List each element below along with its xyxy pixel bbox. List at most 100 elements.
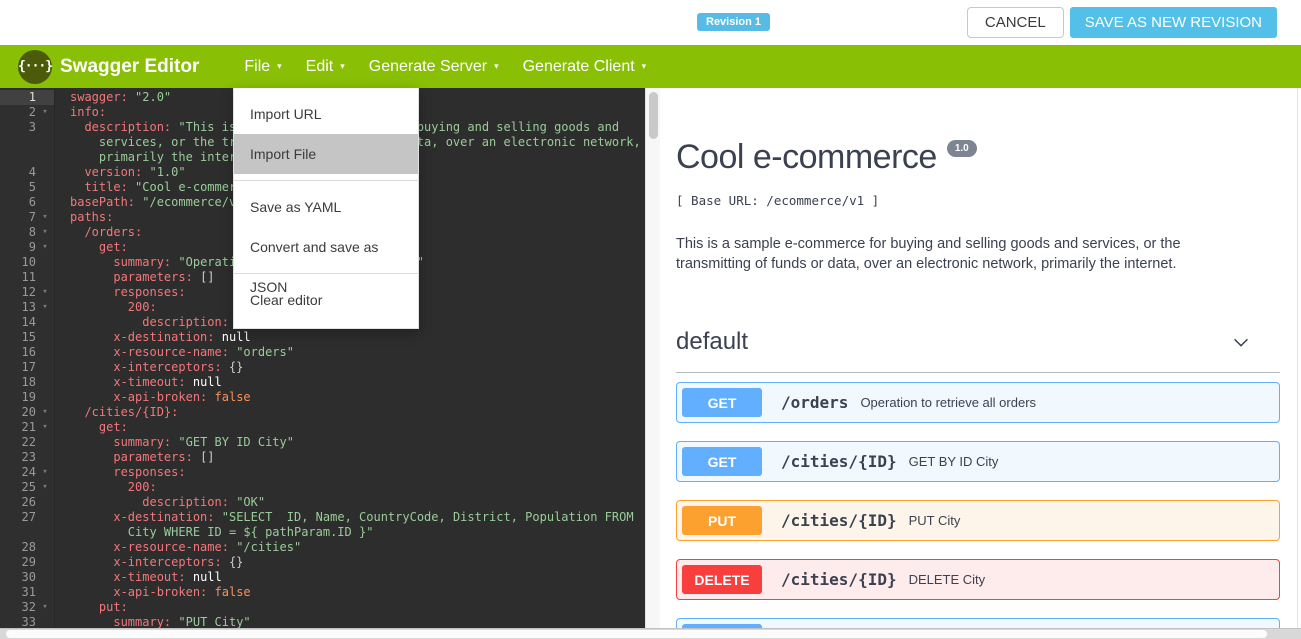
line-number xyxy=(0,150,36,165)
editor-line[interactable]: 15 x-destination: null xyxy=(0,330,645,345)
fold-arrow-icon[interactable]: ▾ xyxy=(36,465,54,480)
code-text: x-resource-name: "orders" xyxy=(55,345,294,360)
operation-summary: DELETE City xyxy=(909,572,986,587)
editor-line[interactable]: 23 parameters: [] xyxy=(0,450,645,465)
editor-line[interactable]: 22 summary: "GET BY ID City" xyxy=(0,435,645,450)
editor-gutter: 32▾ xyxy=(0,600,55,615)
fold-arrow-icon[interactable]: ▾ xyxy=(36,240,54,255)
editor-line[interactable]: 29 x-interceptors: {} xyxy=(0,555,645,570)
file-menu-item[interactable]: Convert and save as JSON xyxy=(234,227,418,267)
fold-arrow-icon[interactable] xyxy=(36,90,54,105)
line-number: 26 xyxy=(0,495,36,510)
fold-arrow-icon[interactable]: ▾ xyxy=(36,225,54,240)
file-menu-item[interactable]: Import URL xyxy=(234,94,418,134)
method-badge: GET xyxy=(682,447,762,476)
fold-arrow-icon[interactable] xyxy=(36,195,54,210)
fold-arrow-icon[interactable]: ▾ xyxy=(36,480,54,495)
fold-arrow-icon[interactable]: ▾ xyxy=(36,285,54,300)
editor-line[interactable]: 26 description: "OK" xyxy=(0,495,645,510)
line-number: 22 xyxy=(0,435,36,450)
code-text: responses: xyxy=(55,465,186,480)
editor-line[interactable]: 30 x-timeout: null xyxy=(0,570,645,585)
fold-arrow-icon[interactable] xyxy=(36,390,54,405)
operation-row[interactable]: GET /orders Operation to retrieve all or… xyxy=(676,382,1280,423)
navbar-menu-label: Generate Server xyxy=(369,58,487,76)
editor-line[interactable]: 21▾ get: xyxy=(0,420,645,435)
editor-line[interactable]: 27 x-destination: "SELECT ID, Name, Coun… xyxy=(0,510,645,525)
file-menu-item[interactable]: Clear editor xyxy=(234,280,418,320)
fold-arrow-icon[interactable] xyxy=(36,255,54,270)
editor-line[interactable]: 17 x-interceptors: {} xyxy=(0,360,645,375)
operation-row[interactable]: GET /cities/{ID} GET BY ID City xyxy=(676,441,1280,482)
line-number: 11 xyxy=(0,270,36,285)
fold-arrow-icon[interactable]: ▾ xyxy=(36,105,54,120)
navbar-menu-item[interactable]: Generate Server ▾ xyxy=(369,58,499,76)
cancel-button[interactable]: CANCEL xyxy=(967,7,1064,38)
fold-arrow-icon[interactable]: ▾ xyxy=(36,300,54,315)
swagger-logo-icon: {···} xyxy=(18,50,52,84)
editor-line[interactable]: 32▾ put: xyxy=(0,600,645,615)
fold-arrow-icon[interactable] xyxy=(36,585,54,600)
code-text: 200: xyxy=(55,480,157,495)
fold-arrow-icon[interactable] xyxy=(36,315,54,330)
code-text: x-interceptors: {} xyxy=(55,555,243,570)
page-horizontal-scrollbar[interactable] xyxy=(0,628,1301,639)
fold-arrow-icon[interactable] xyxy=(36,165,54,180)
editor-gutter: 14 xyxy=(0,315,55,330)
base-url: [ Base URL: /ecommerce/v1 ] xyxy=(676,193,1280,208)
fold-arrow-icon[interactable] xyxy=(36,120,54,135)
fold-arrow-icon[interactable] xyxy=(36,540,54,555)
fold-arrow-icon[interactable] xyxy=(36,270,54,285)
editor-line[interactable]: 33 summary: "PUT City" xyxy=(0,615,645,628)
editor-line[interactable]: 18 x-timeout: null xyxy=(0,375,645,390)
operation-row[interactable]: PUT /cities/{ID} PUT City xyxy=(676,500,1280,541)
fold-arrow-icon[interactable] xyxy=(36,510,54,525)
fold-arrow-icon[interactable] xyxy=(36,435,54,450)
fold-arrow-icon[interactable]: ▾ xyxy=(36,420,54,435)
fold-arrow-icon[interactable] xyxy=(36,555,54,570)
fold-arrow-icon[interactable] xyxy=(36,150,54,165)
fold-arrow-icon[interactable] xyxy=(36,180,54,195)
save-as-new-revision-button[interactable]: SAVE AS NEW REVISION xyxy=(1070,7,1277,38)
editor-line[interactable]: 28 x-resource-name: "/cities" xyxy=(0,540,645,555)
horizontal-scrollbar-handle[interactable] xyxy=(6,630,1267,638)
tag-section-header-default[interactable]: default xyxy=(676,328,1280,373)
fold-arrow-icon[interactable] xyxy=(36,345,54,360)
fold-arrow-icon[interactable] xyxy=(36,615,54,628)
chevron-down-icon[interactable] xyxy=(1230,331,1252,353)
editor-line[interactable]: 19 x-api-broken: false xyxy=(0,390,645,405)
fold-arrow-icon[interactable] xyxy=(36,450,54,465)
editor-vertical-scrollbar[interactable] xyxy=(645,88,660,628)
editor-line[interactable]: 31 x-api-broken: false xyxy=(0,585,645,600)
editor-line[interactable]: 25▾ 200: xyxy=(0,480,645,495)
navbar-menu-item[interactable]: Edit ▾ xyxy=(306,58,345,76)
fold-arrow-icon[interactable] xyxy=(36,360,54,375)
swagger-ui-preview: Cool e-commerce 1.0 [ Base URL: /ecommer… xyxy=(660,88,1301,628)
navbar-menu-item[interactable]: Generate Client ▾ xyxy=(523,58,647,76)
editor-line[interactable]: 20▾ /cities/{ID}: xyxy=(0,405,645,420)
editor-gutter xyxy=(0,150,55,165)
file-menu-item[interactable]: Import File xyxy=(234,134,418,174)
fold-arrow-icon[interactable] xyxy=(36,135,54,150)
fold-arrow-icon[interactable] xyxy=(36,525,54,540)
editor-line[interactable]: City WHERE ID = ${ pathParam.ID }" xyxy=(0,525,645,540)
editor-gutter: 8▾ xyxy=(0,225,55,240)
code-text: version: "1.0" xyxy=(55,165,186,180)
fold-arrow-icon[interactable] xyxy=(36,330,54,345)
editor-line[interactable]: 24▾ responses: xyxy=(0,465,645,480)
editor-gutter xyxy=(0,525,55,540)
fold-arrow-icon[interactable]: ▾ xyxy=(36,405,54,420)
editor-scrollbar-handle[interactable] xyxy=(649,92,658,139)
fold-arrow-icon[interactable] xyxy=(36,375,54,390)
fold-arrow-icon[interactable] xyxy=(36,570,54,585)
fold-arrow-icon[interactable]: ▾ xyxy=(36,210,54,225)
main-split: 1 swagger: "2.0" 2▾ info: 3 description:… xyxy=(0,88,1301,628)
operation-row[interactable]: DELETE /cities/{ID} DELETE City xyxy=(676,559,1280,600)
file-menu-item[interactable]: Save as YAML xyxy=(234,187,418,227)
preview-vertical-scrollbar[interactable] xyxy=(1297,88,1301,628)
navbar-menu-item[interactable]: File ▾ xyxy=(244,58,281,76)
operation-row[interactable]: GET /cities GET City xyxy=(676,618,1280,628)
fold-arrow-icon[interactable] xyxy=(36,495,54,510)
editor-line[interactable]: 16 x-resource-name: "orders" xyxy=(0,345,645,360)
fold-arrow-icon[interactable]: ▾ xyxy=(36,600,54,615)
